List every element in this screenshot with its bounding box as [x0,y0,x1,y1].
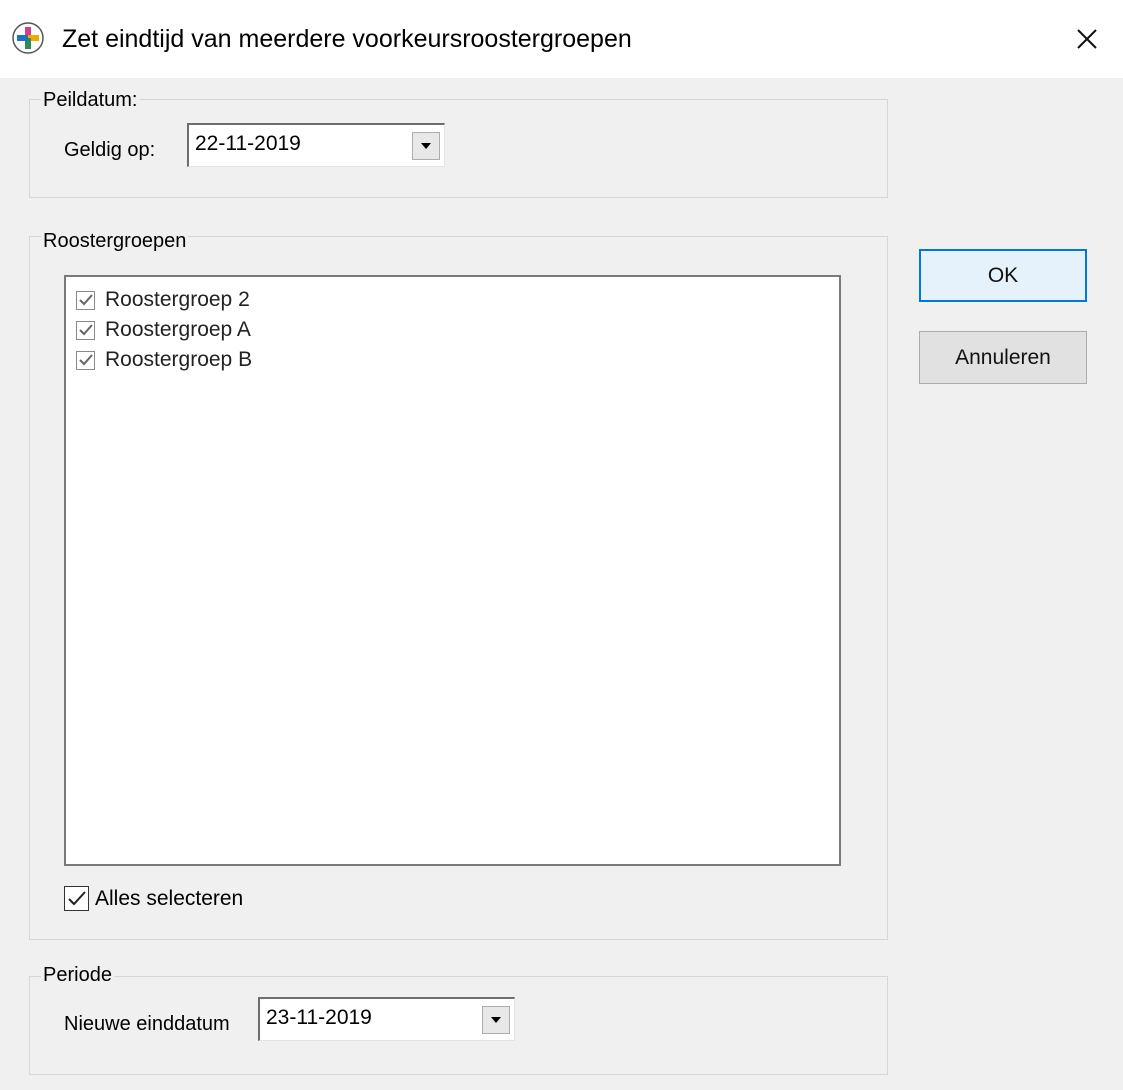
cancel-button[interactable]: Annuleren [919,331,1087,384]
checkmark-icon [78,324,93,336]
nieuwe-einddatum-date-picker[interactable]: 23-11-2019 [258,997,515,1041]
list-item-roostergroep-2[interactable]: Roostergroep 2 [76,285,250,315]
nieuwe-einddatum-dropdown-button[interactable] [482,1006,510,1034]
list-item-roostergroep-b[interactable]: Roostergroep B [76,345,252,375]
list-item-roostergroep-a[interactable]: Roostergroep A [76,315,251,345]
close-button[interactable] [1051,0,1123,78]
peildatum-group-label: Peildatum: [41,88,140,112]
select-all-box[interactable] [64,886,89,911]
select-all-checkbox[interactable]: Alles selecteren [64,886,243,911]
dropdown-arrow-icon [421,143,431,149]
checkbox-roostergroep-2[interactable] [76,290,95,310]
app-logo-icon [12,22,44,54]
list-item-label: Roostergroep B [105,348,253,371]
geldig-op-dropdown-button[interactable] [412,132,440,160]
nieuwe-einddatum-label-text: Nieuwe einddatum [64,1013,230,1035]
roostergroepen-list[interactable]: Roostergroep 2 Roostergroep A Roostergro… [64,275,841,866]
roostergroepen-group-label: Roostergroepen [41,229,189,253]
checkmark-icon [78,354,93,366]
periode-group-label: Periode [41,963,114,987]
checkmark-icon [78,294,93,306]
title-bar: Zet eindtijd van meerdere voorkeursroost… [0,0,1123,78]
list-item-label: Roostergroep 2 [105,288,250,311]
ok-button[interactable]: OK [919,249,1087,302]
geldig-op-label: Geldig op: [64,139,156,161]
nieuwe-einddatum-value: 23-11-2019 [266,1006,372,1029]
checkbox-roostergroep-a[interactable] [76,320,95,340]
close-icon [1077,29,1097,49]
list-item-label: Roostergroep A [105,318,251,341]
checkmark-icon [67,891,86,906]
select-all-label: Alles selecteren [95,886,244,910]
nieuwe-einddatum-label: Nieuwe einddatum [64,1012,258,1036]
dropdown-arrow-icon [491,1017,501,1023]
peildatum-group [29,99,888,198]
window-title: Zet eindtijd van meerdere voorkeursroost… [62,25,632,53]
checkbox-roostergroep-b[interactable] [76,350,95,370]
geldig-op-date-picker[interactable]: 22-11-2019 [187,123,445,167]
geldig-op-value: 22-11-2019 [195,132,301,155]
